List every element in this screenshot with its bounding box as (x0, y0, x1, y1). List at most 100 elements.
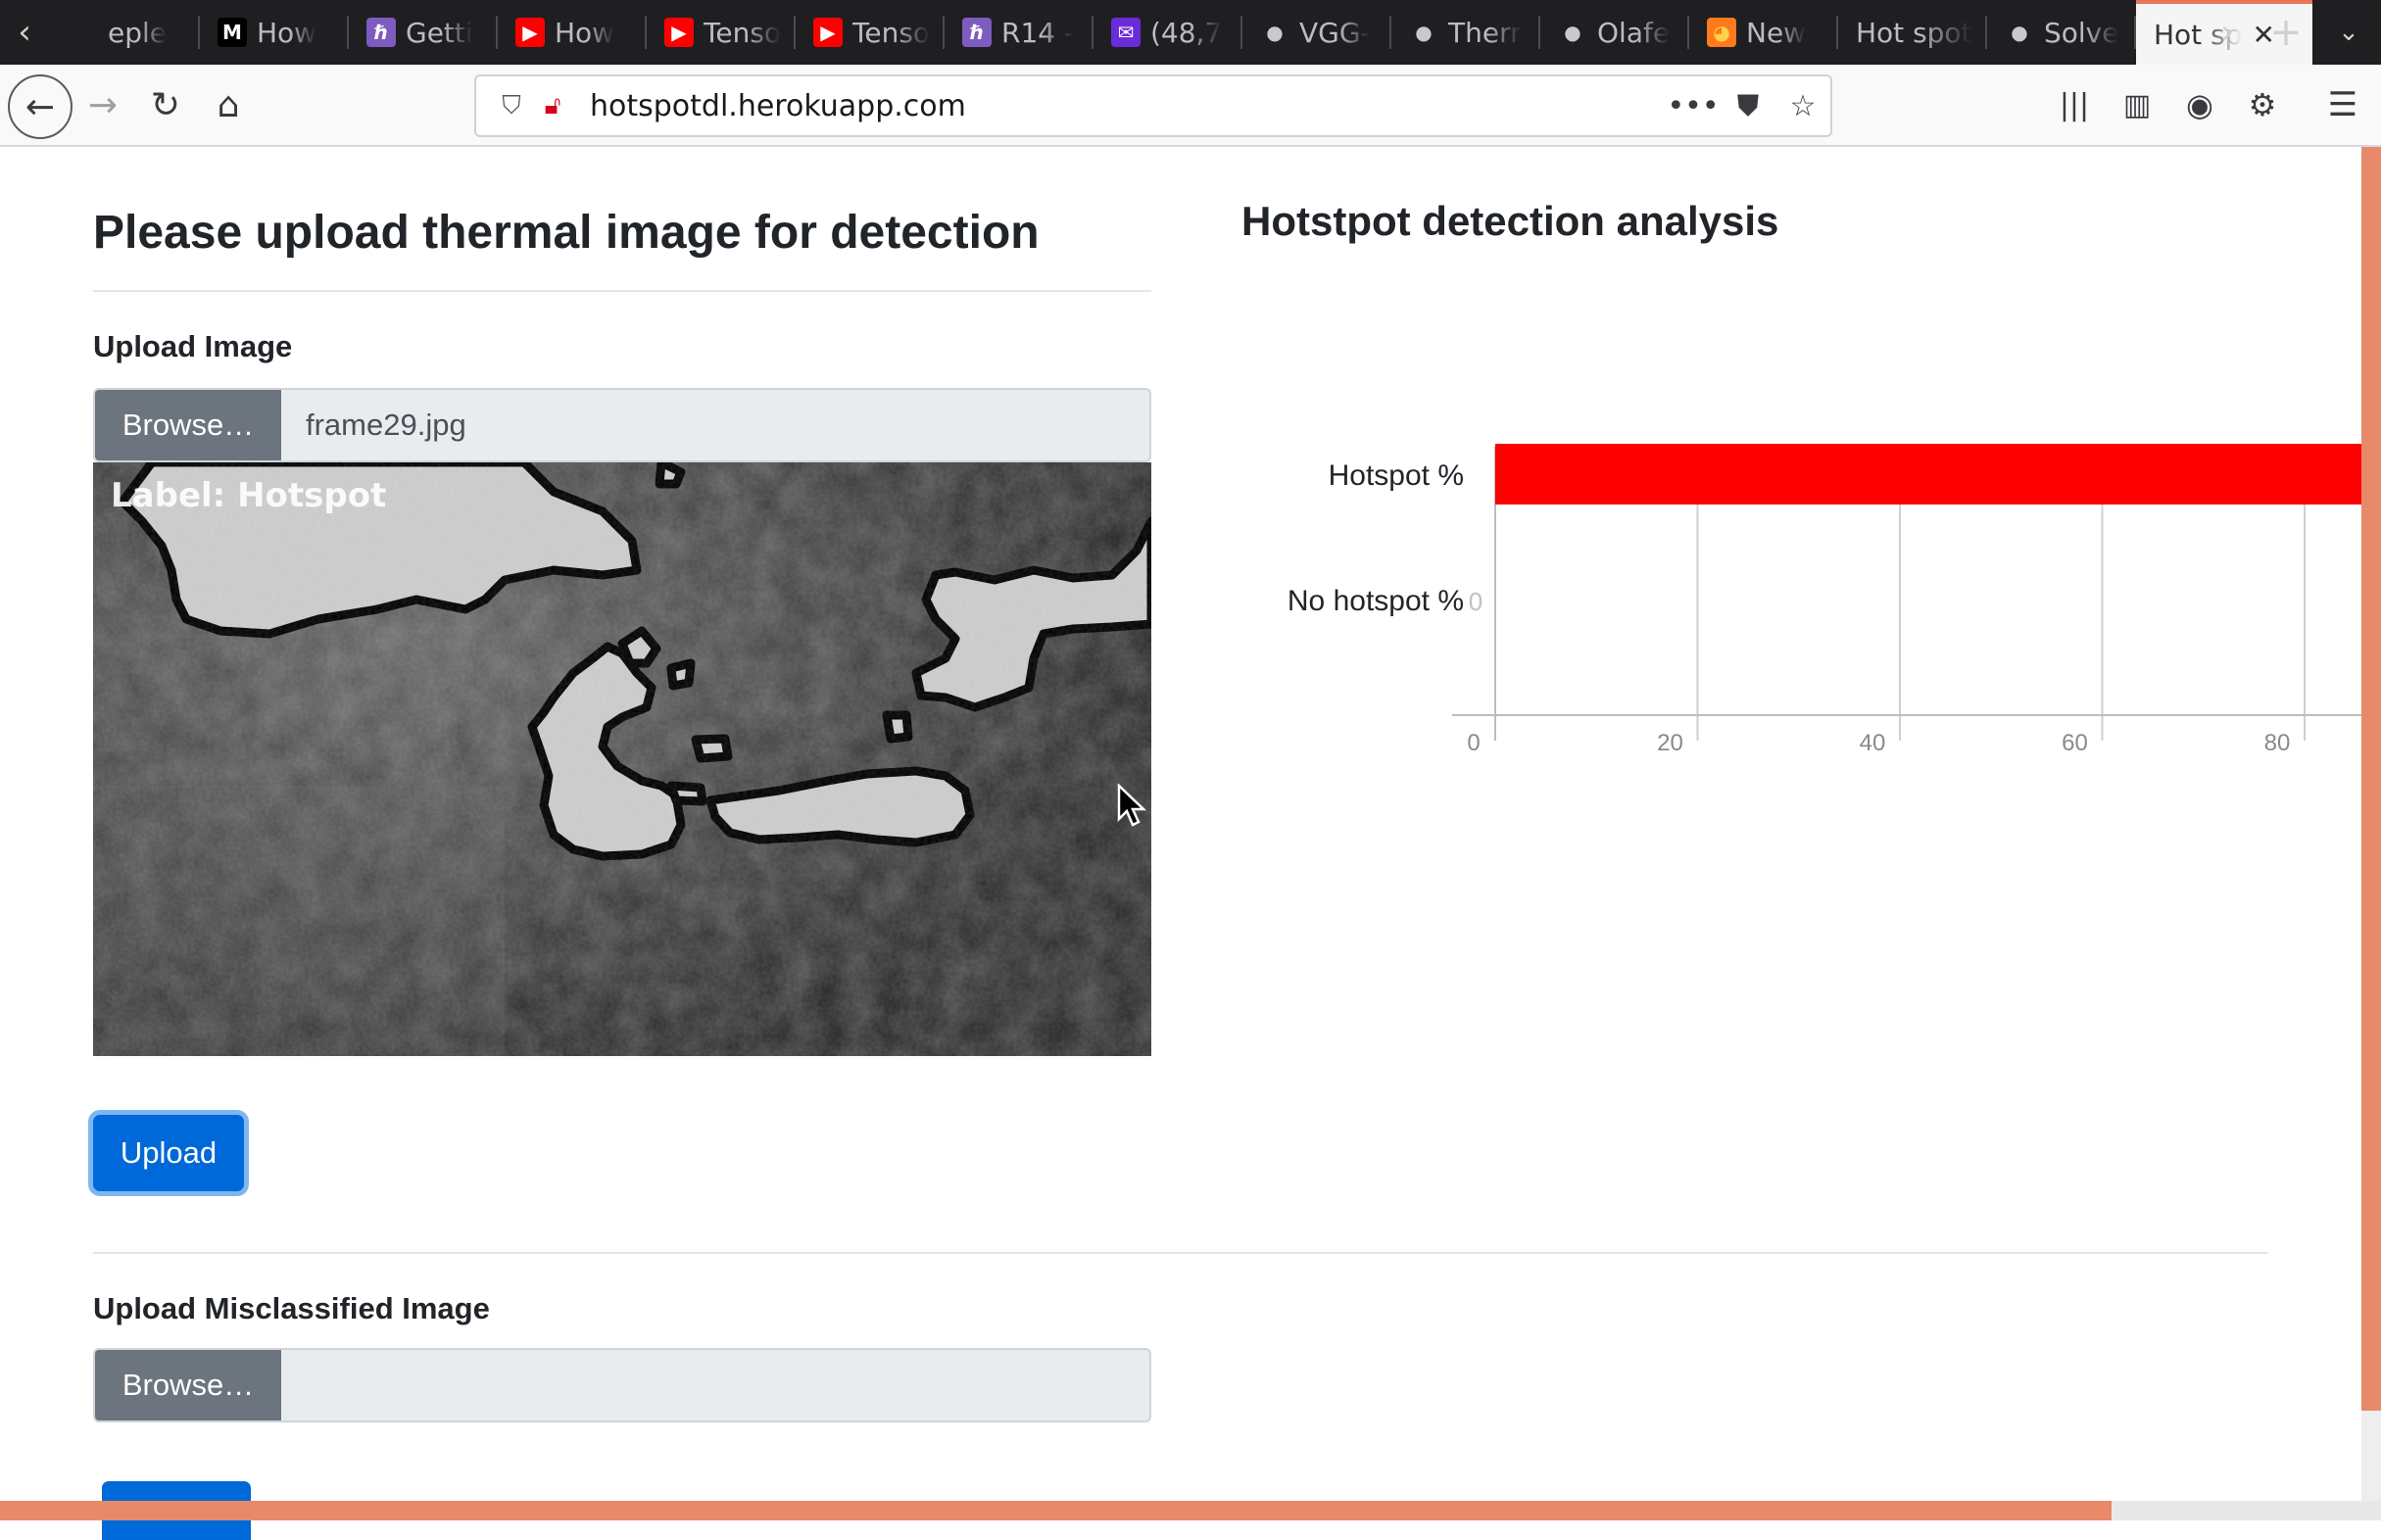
tab-title: VGG- (1299, 16, 1371, 49)
browser-tab[interactable]: ● Olafe (1540, 0, 1689, 65)
tab-title: eple (108, 16, 168, 49)
browser-tab[interactable]: ● Solve (1987, 0, 2136, 65)
vertical-scrollbar-thumb[interactable] (2361, 147, 2381, 1411)
extension-gear-icon: ⚙ (2248, 86, 2277, 123)
tab-title: New (1746, 16, 1807, 49)
insecure-connection-icon[interactable]: 🔓︎ (533, 91, 572, 121)
arrow-right-icon: → (87, 84, 119, 125)
tab-title: Therr (1448, 16, 1522, 49)
github-icon: ● (2011, 21, 2028, 44)
tab-strip: ‹ eple M How ℏ Getti ▶ How ▶ Tenso ▶ Tenso ℏ R14 - ✉ (… (0, 0, 2381, 65)
tab-title: (48,7 (1150, 16, 1223, 49)
page-content: Please upload thermal image for detectio… (0, 147, 2381, 1540)
forward-button[interactable]: → (74, 76, 131, 133)
browser-tab[interactable]: eple (51, 0, 200, 65)
library-button[interactable]: ||| (2046, 76, 2103, 133)
tab-title: Olafe (1597, 16, 1671, 49)
browser-tab[interactable]: ℏ Getti (349, 0, 498, 65)
mouse-cursor-icon (1117, 784, 1146, 827)
browser-tab[interactable]: ● VGG- (1242, 0, 1391, 65)
browse-button[interactable]: Browse… (95, 390, 281, 460)
back-button[interactable]: ← (8, 74, 73, 139)
browser-tab[interactable]: ● Therr (1391, 0, 1540, 65)
home-button[interactable]: ⌂ (200, 76, 257, 133)
app-menu-button[interactable]: ☰ (2314, 76, 2371, 133)
github-icon: ● (1266, 21, 1284, 44)
heroku-icon: ℏ (366, 18, 396, 47)
horizontal-scrollbar[interactable] (0, 1501, 2381, 1520)
upload-image-label: Upload Image (93, 329, 293, 363)
tab-title: Getti (406, 16, 473, 49)
reload-icon: ↻ (150, 84, 181, 125)
browser-tab[interactable]: ✉ (48,7 (1093, 0, 1242, 65)
category-label: No hotspot % (1288, 585, 1464, 617)
github-icon: ● (1564, 21, 1581, 44)
navigation-toolbar: ← → ↻ ⌂ ⛉ 🔓︎ hotspotdl.herokuapp.com •••… (0, 65, 2381, 147)
account-button[interactable]: ◉ (2171, 76, 2228, 133)
x-tick-label: 80 (2264, 730, 2291, 756)
sidebar-button[interactable]: ▥ (2109, 76, 2165, 133)
tab-title: Solve (2044, 16, 2119, 49)
browser-tab[interactable]: M How (200, 0, 349, 65)
browser-tab[interactable]: ▶ Tenso (796, 0, 945, 65)
browser-tab[interactable]: ℏ R14 - (945, 0, 1093, 65)
bookmark-star-icon[interactable]: ☆ (1775, 89, 1830, 123)
sidebar-icon: ▥ (2122, 87, 2152, 122)
arrow-left-icon: ← (24, 86, 56, 127)
tab-title: How (257, 16, 317, 49)
list-all-tabs-button[interactable]: ⌄ (2324, 0, 2373, 65)
browser-tab[interactable]: ▶ Tenso (647, 0, 796, 65)
section-divider (93, 1252, 2268, 1254)
pocket-icon[interactable]: ⛊ (1721, 89, 1775, 123)
divider (93, 290, 1151, 292)
tabs-scroll-left-button[interactable]: ‹ (0, 0, 49, 65)
home-icon: ⌂ (217, 84, 240, 125)
image-overlay-label: Label: Hotspot (111, 476, 386, 515)
thermal-result-image: Label: Hotspot (93, 462, 1151, 1056)
firefox-icon: ◕ (1707, 18, 1736, 47)
analysis-title: Hotstpot detection analysis (1241, 198, 1779, 244)
youtube-icon: ▶ (813, 18, 843, 47)
tab-title: How (555, 16, 615, 49)
tab-title: R14 - (1001, 16, 1075, 49)
x-tick-label: 40 (1860, 730, 1886, 756)
address-bar[interactable]: ⛉ 🔓︎ hotspotdl.herokuapp.com ••• ⛊ ☆ (474, 74, 1832, 137)
misclassified-file-input[interactable]: Browse… (93, 1348, 1151, 1422)
hamburger-menu-icon: ☰ (2327, 85, 2358, 124)
extension-button[interactable]: ⚙ (2234, 76, 2291, 133)
mail-icon: ✉ (1111, 18, 1141, 47)
reload-button[interactable]: ↻ (137, 76, 194, 133)
heroku-icon: ℏ (962, 18, 992, 47)
browse-button-misclassified[interactable]: Browse… (95, 1350, 281, 1420)
upload-button[interactable]: Upload (93, 1115, 244, 1191)
hotspot-bar (1495, 444, 2361, 505)
tab-title: Tenso (704, 16, 782, 49)
page-title: Please upload thermal image for detectio… (93, 207, 1040, 259)
account-icon: ◉ (2186, 86, 2213, 123)
browser-tab[interactable]: Hot spot (1838, 0, 1987, 65)
hotspot-analysis-chart: 0 20 40 60 80Hotspot %No hotspot % 0 (1288, 444, 2361, 756)
x-tick-label: 60 (2062, 730, 2088, 756)
library-icon: ||| (2059, 87, 2090, 122)
x-tick-label: 0 (1467, 730, 1480, 756)
upload-image-file-input[interactable]: Browse… frame29.jpg (93, 388, 1151, 462)
thermal-image-graphic: Label: Hotspot (93, 462, 1151, 1056)
tab-title: Hot spot (1856, 16, 1972, 49)
selected-file-name: frame29.jpg (306, 408, 466, 442)
tabs-scroll-right-button[interactable]: › (2203, 0, 2252, 65)
browser-tab[interactable]: ◕ New (1689, 0, 1838, 65)
bar-data-label: 0 (1469, 587, 1482, 616)
youtube-icon: ▶ (664, 18, 694, 47)
page-icon (69, 18, 98, 47)
tab-title: Tenso (852, 16, 931, 49)
tracking-protection-shield-icon[interactable]: ⛉ (490, 91, 533, 121)
page-actions-menu-icon[interactable]: ••• (1666, 89, 1721, 123)
browser-tab[interactable]: ▶ How (498, 0, 647, 65)
x-tick-label: 20 (1657, 730, 1683, 756)
medium-icon: M (218, 18, 247, 47)
category-label: Hotspot % (1329, 459, 1464, 492)
upload-misclassified-label: Upload Misclassified Image (93, 1291, 490, 1325)
url-text[interactable]: hotspotdl.herokuapp.com (590, 89, 1666, 123)
horizontal-scrollbar-thumb[interactable] (0, 1501, 2112, 1520)
new-tab-button[interactable]: + (2261, 0, 2310, 65)
